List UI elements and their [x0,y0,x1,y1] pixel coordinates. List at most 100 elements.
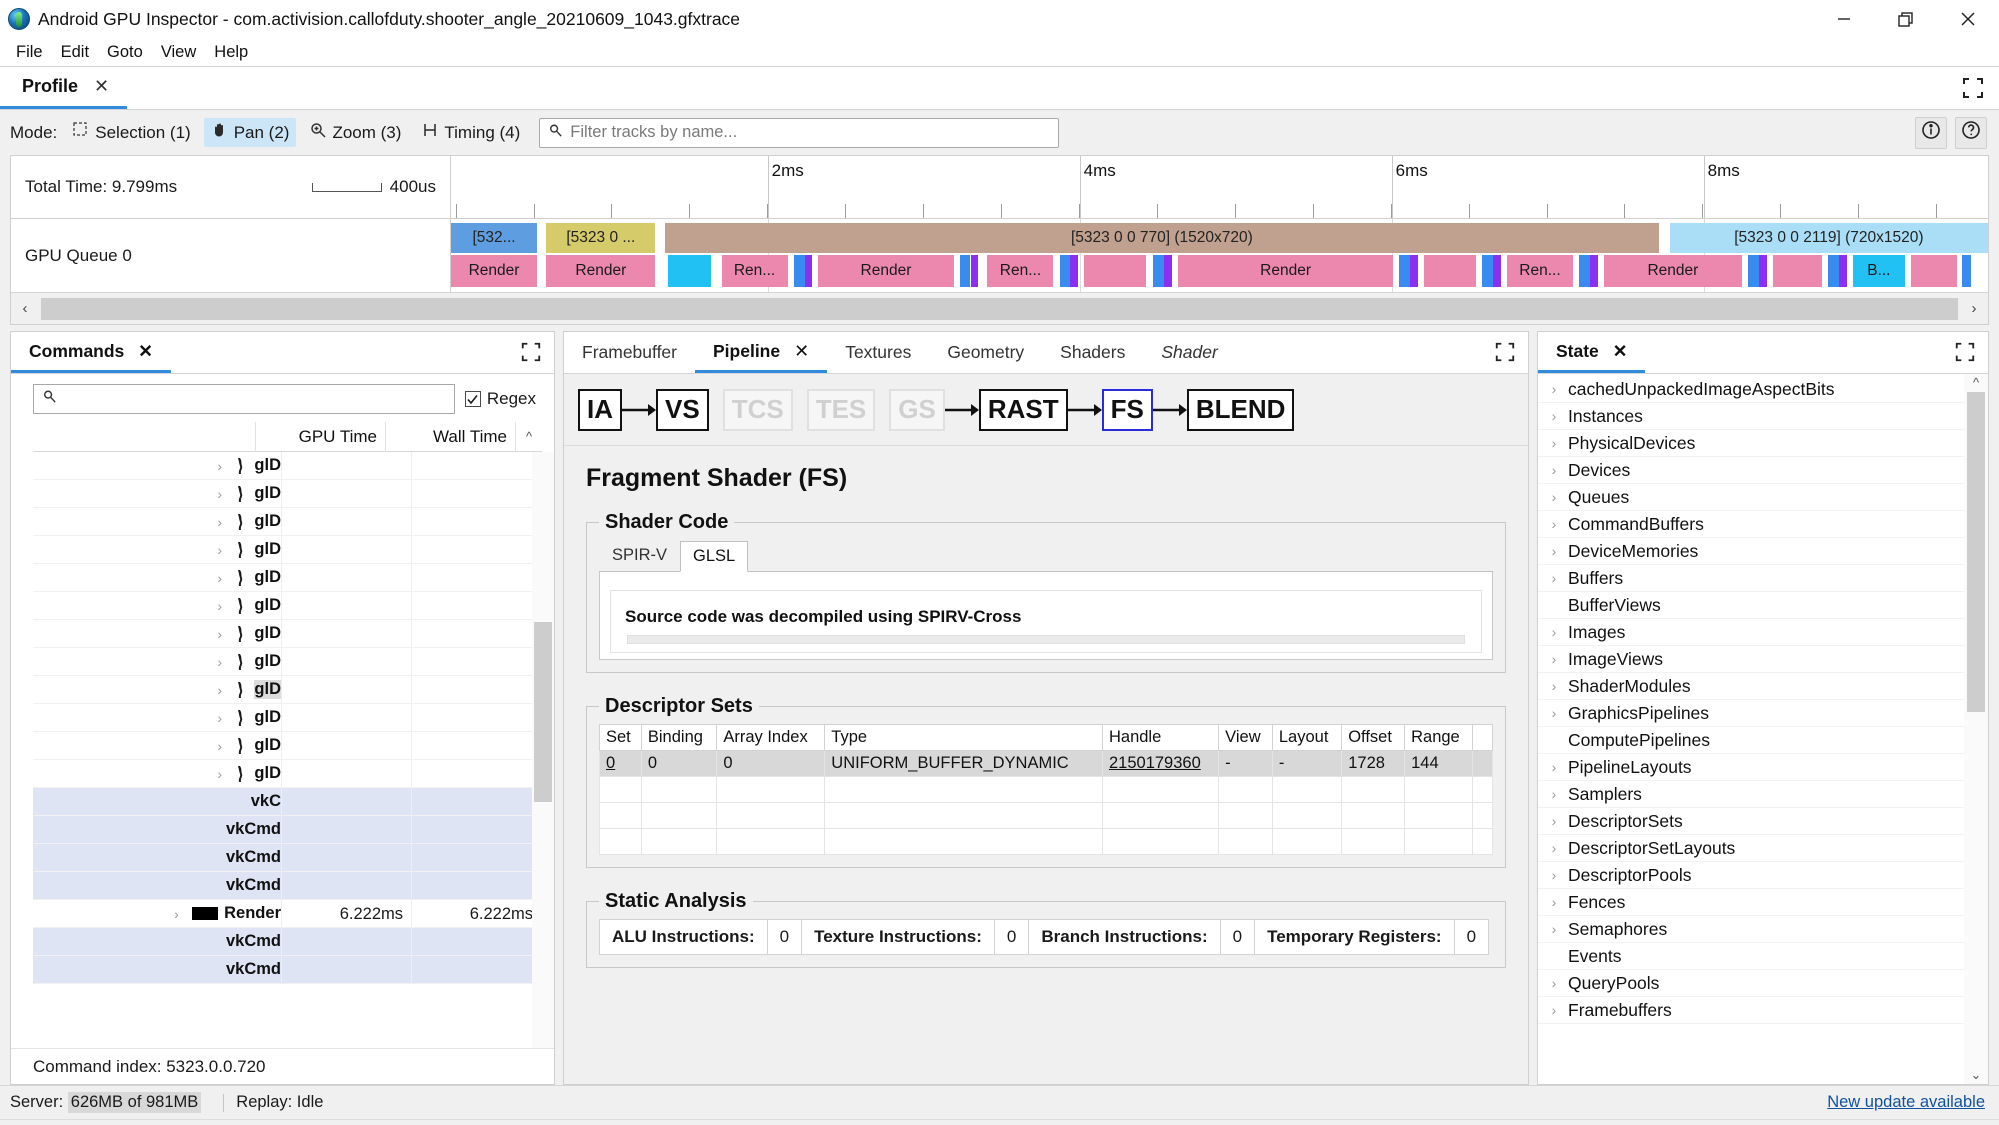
commands-row[interactable]: › glD [33,619,542,648]
regex-toggle[interactable]: Regex [464,389,542,409]
chevron-right-icon[interactable]: › [1548,786,1560,802]
chevron-right-icon[interactable]: › [217,766,229,782]
column-header-wall-time[interactable]: Wall Time [386,421,516,452]
state-tree-item[interactable]: ComputePipelines [1538,727,1964,754]
timeline-event-block[interactable] [1828,255,1839,287]
column-header-name[interactable] [33,421,256,452]
state-tree-item[interactable]: › Framebuffers [1538,997,1964,1024]
chevron-right-icon[interactable]: › [217,598,229,614]
tab-geometry[interactable]: Geometry [929,332,1042,373]
descriptor-column-header[interactable]: Range [1404,724,1474,751]
state-tree-item[interactable]: › Samplers [1538,781,1964,808]
descriptor-column-header[interactable] [1472,724,1493,751]
chevron-right-icon[interactable]: › [217,570,229,586]
timeline-event-block[interactable]: Render [818,255,954,287]
commands-vscroll-thumb[interactable] [534,622,552,802]
timeline-scroll-thumb[interactable] [41,297,1958,320]
state-scroll-up-icon[interactable]: ^ [1973,374,1979,392]
chevron-right-icon[interactable]: › [217,626,229,642]
regex-checkbox[interactable] [464,391,481,407]
chevron-right-icon[interactable]: › [1548,435,1560,451]
timeline-event-block[interactable] [1838,255,1847,287]
chevron-right-icon[interactable]: › [217,458,229,474]
tab-glsl[interactable]: GLSL [680,541,749,572]
tab-profile-close-icon[interactable]: ✕ [94,76,109,97]
commands-row[interactable]: › glD [33,703,542,732]
help-button[interactable] [1955,116,1987,149]
chevron-right-icon[interactable]: › [174,906,186,922]
timeline-event-block[interactable] [959,255,971,287]
new-update-link[interactable]: New update available [1827,1093,1985,1112]
track-canvas[interactable]: [532... [5323 0 ... [5323 0 0 770] (1520x7… [451,219,1988,292]
mode-zoom-button[interactable]: Zoom (3) [302,118,408,147]
commands-row[interactable]: › Render 6.222ms 6.222ms [33,899,542,928]
commands-row[interactable]: › glD [33,563,542,592]
timeline-event-block[interactable]: Render [1603,255,1743,287]
timeline-event-block[interactable] [1493,255,1501,287]
timeline-event-block[interactable]: Ren... [1506,255,1573,287]
tab-shaders[interactable]: Shaders [1042,332,1143,373]
descriptor-sets-table[interactable]: Set Binding Array Index Type Handle View Layou… [599,724,1493,855]
pipeline-stage-blend[interactable]: BLEND [1186,388,1295,431]
column-header-gpu-time[interactable]: GPU Time [256,421,386,452]
timeline-group-block[interactable]: [5323 0 ... [546,223,656,253]
timeline-event-block[interactable] [1961,255,1972,287]
chevron-right-icon[interactable]: › [1548,705,1560,721]
descriptor-column-header[interactable]: Type [824,724,1103,751]
tab-state-close-icon[interactable]: ✕ [1613,341,1628,362]
descriptor-column-header[interactable]: Offset [1341,724,1406,751]
commands-row[interactable]: vkCmd [33,955,542,984]
chevron-right-icon[interactable]: › [217,486,229,502]
state-tree-item[interactable]: › cachedUnpackedImageAspectBits [1538,376,1964,403]
state-tree-item[interactable]: › Semaphores [1538,916,1964,943]
chevron-right-icon[interactable]: › [1548,624,1560,640]
commands-scroll-up-icon[interactable]: ^ [516,429,542,444]
state-tree-item[interactable]: › Fences [1538,889,1964,916]
menu-help[interactable]: Help [206,41,256,64]
tab-profile[interactable]: Profile ✕ [0,67,128,109]
chevron-right-icon[interactable]: › [1548,516,1560,532]
commands-search-box[interactable] [33,384,455,414]
descriptor-cell-link[interactable]: 2150179360 [1109,754,1201,772]
state-tree-item[interactable]: › Instances [1538,403,1964,430]
commands-row[interactable]: vkCmd [33,815,542,844]
state-scroll-thumb[interactable] [1967,392,1985,712]
chevron-right-icon[interactable]: › [1548,489,1560,505]
info-button[interactable] [1915,116,1947,149]
state-tree-item[interactable]: › PhysicalDevices [1538,430,1964,457]
state-vscrollbar[interactable]: ^ ⌄ [1964,374,1988,1084]
chevron-right-icon[interactable]: › [1548,921,1560,937]
timeline-event-block[interactable] [793,255,805,287]
state-tree-item[interactable]: › Images [1538,619,1964,646]
pipeline-stage-vs[interactable]: VS [656,388,709,431]
pipeline-stage-tcs[interactable]: TCS [722,388,793,431]
timeline-scroll-left-icon[interactable]: ‹ [11,300,39,317]
commands-row[interactable]: › glD [33,647,542,676]
pipeline-stage-fs[interactable]: FS [1101,388,1153,431]
commands-row[interactable]: › glD [33,675,542,704]
shader-code-inner[interactable]: Source code was decompiled using SPIRV-C… [610,590,1482,653]
timeline-group-block[interactable]: [5323 0 0 770] (1520x720) [664,223,1660,253]
timeline-group-block[interactable]: [532... [451,223,538,253]
tab-framebuffer[interactable]: Framebuffer [564,332,695,373]
state-tree-item[interactable]: › DescriptorSetLayouts [1538,835,1964,862]
commands-row[interactable]: vkCmd [33,871,542,900]
chevron-right-icon[interactable]: › [217,682,229,698]
commands-rows[interactable]: › glD › glD › glD › glD › glD › glD › glD › glD › glD › glD… [33,452,542,1048]
descriptor-column-header[interactable]: Handle [1101,724,1220,751]
commands-row[interactable]: › glD [33,452,542,480]
timeline-event-block[interactable] [1410,255,1418,287]
timeline-event-block[interactable] [1399,255,1411,287]
state-tree-item[interactable]: › PipelineLayouts [1538,754,1964,781]
descriptor-row[interactable]: 0 0 0 UNIFORM_BUFFER_DYNAMIC 2150179360- -172… [599,750,1493,777]
timeline-scroll-track[interactable] [39,297,1960,320]
state-tree-item[interactable]: › ShaderModules [1538,673,1964,700]
commands-maximize-icon[interactable] [520,341,542,368]
timeline-event-block[interactable] [1911,255,1958,287]
descriptor-cell-link[interactable]: 0 [606,754,615,772]
timeline-event-block[interactable]: Render [451,255,538,287]
timeline-event-block[interactable] [1153,255,1165,287]
chevron-right-icon[interactable]: › [1548,840,1560,856]
chevron-right-icon[interactable]: › [1548,462,1560,478]
commands-search-input[interactable] [63,389,446,409]
